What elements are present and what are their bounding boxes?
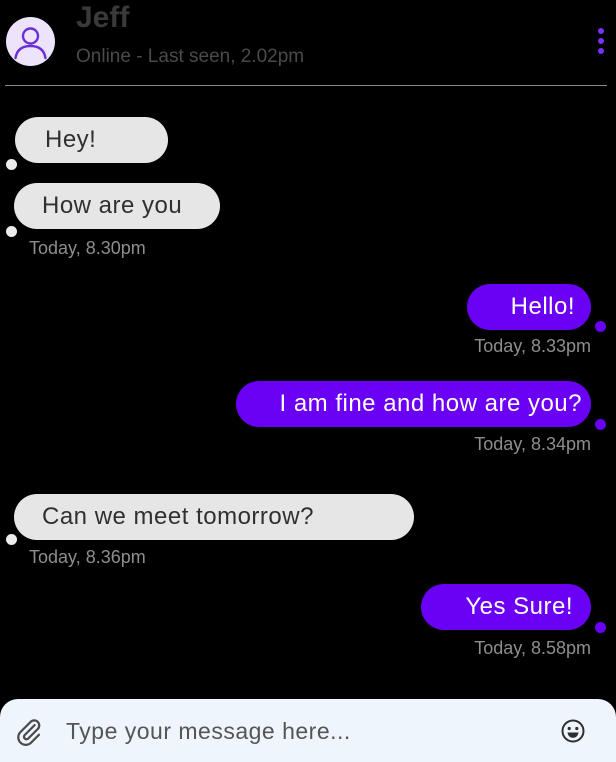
message-bubble-incoming[interactable]: Can we meet tomorrow? [14, 494, 414, 540]
message-bubble-outgoing[interactable]: Yes Sure! [421, 584, 591, 630]
smiley-emoji-icon [561, 719, 585, 743]
message-bubble-incoming[interactable]: Hey! [15, 117, 168, 163]
attach-button[interactable] [14, 717, 44, 747]
user-avatar-icon [14, 27, 47, 60]
more-options-button[interactable] [590, 24, 612, 58]
message-timestamp: Today, 8.34pm [474, 434, 591, 454]
message-composer [0, 699, 616, 762]
message-bubble-outgoing[interactable]: Hello! [467, 284, 591, 330]
header-divider [5, 85, 607, 86]
message-tail-dot [595, 321, 606, 332]
more-vertical-icon [598, 28, 604, 34]
message-timestamp: Today, 8.58pm [474, 638, 591, 658]
paperclip-icon [17, 719, 41, 746]
contact-status: Online - Last seen, 2.02pm [76, 46, 305, 67]
message-timestamp: Today, 8.30pm [29, 238, 146, 258]
avatar[interactable] [6, 17, 55, 66]
message-bubble-incoming[interactable]: How are you [14, 183, 220, 229]
message-timestamp: Today, 8.36pm [29, 547, 146, 567]
emoji-button[interactable] [560, 718, 586, 744]
message-tail-dot [595, 419, 606, 430]
message-tail-dot [595, 622, 606, 633]
message-timestamp: Today, 8.33pm [474, 336, 591, 356]
contact-name: Jeff [76, 1, 130, 34]
message-tail-dot [6, 226, 17, 237]
message-tail-dot [6, 534, 17, 545]
message-tail-dot [6, 159, 17, 170]
message-input[interactable] [66, 713, 536, 749]
chat-header: Jeff Online - Last seen, 2.02pm [0, 0, 616, 86]
message-bubble-outgoing[interactable]: I am fine and how are you? [236, 381, 591, 427]
